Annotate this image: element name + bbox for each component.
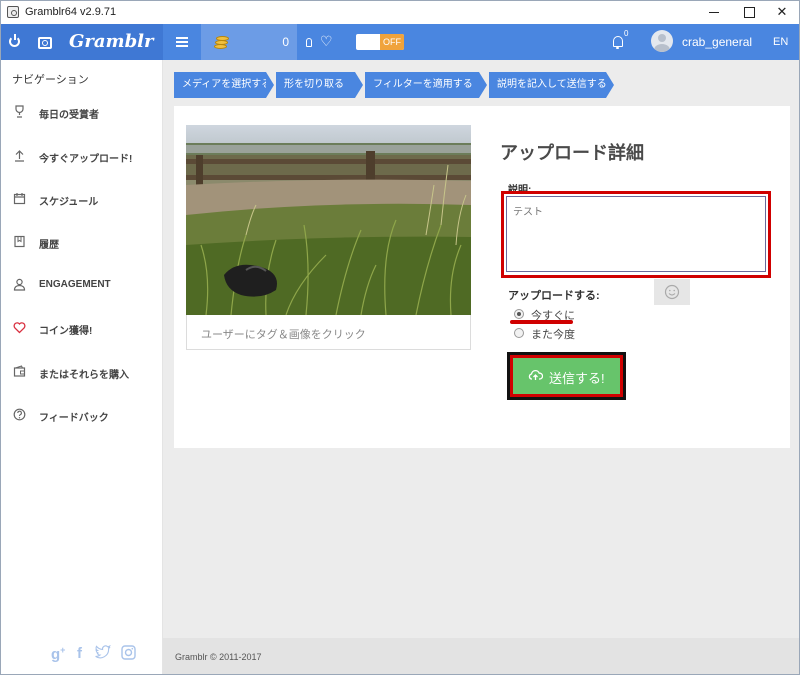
sidebar-item-history[interactable]: 履歴 [1, 228, 162, 258]
submit-label: 送信する! [549, 371, 605, 386]
brand-area: Gramblr [1, 24, 163, 60]
app-icon [7, 6, 19, 18]
tag-users-hint: ユーザーにタグ＆画像をクリック [201, 329, 366, 341]
twitter-icon[interactable] [95, 644, 111, 663]
google-plus-icon[interactable]: g+ [51, 645, 65, 663]
step-label: メディアを選択する [174, 72, 271, 98]
user-icon [13, 278, 26, 291]
cloud-upload-icon [528, 368, 544, 380]
sidebar-item-schedule[interactable]: スケジュール [1, 185, 162, 215]
coins-icon [211, 33, 231, 51]
notification-count: 0 [624, 29, 629, 38]
photo-preview[interactable] [186, 125, 471, 315]
sidebar-item-label: 毎日の受賞者 [39, 110, 99, 121]
emoji-button[interactable] [654, 279, 690, 305]
help-icon [13, 408, 26, 421]
radio-upload-now[interactable] [514, 309, 524, 319]
description-input[interactable]: テスト [506, 196, 766, 272]
minimize-button[interactable] [697, 1, 731, 24]
upload-timing-label: アップロードする: [508, 290, 600, 302]
smiley-icon [664, 284, 680, 300]
coin-count: 0 [282, 35, 289, 49]
window-title: Gramblr64 v2.9.71 [25, 6, 117, 18]
auto-toggle[interactable]: OFF [356, 34, 404, 50]
step-label: フィルターを適用する [365, 72, 479, 98]
sidebar-item-label: ENGAGEMENT [39, 279, 111, 290]
menu-icon[interactable] [176, 37, 188, 47]
wallet-icon [13, 365, 26, 378]
avatar[interactable] [651, 30, 673, 52]
heart-icon[interactable]: ♡ [320, 33, 333, 49]
radio-upload-later-label[interactable]: また今度 [531, 326, 575, 342]
language-switch[interactable]: EN [773, 36, 788, 48]
app-window: Gramblr64 v2.9.71 ✕ Gramblr 0 ♡ OFF 0 cr… [0, 0, 800, 675]
trophy-icon [13, 105, 26, 118]
photo-caption-bar[interactable]: ユーザーにタグ＆画像をクリック [186, 315, 471, 350]
instagram-icon [38, 37, 52, 49]
copyright: Gramblr © 2011-2017 [175, 652, 262, 662]
brand-logo: Gramblr [69, 31, 154, 52]
sidebar-item-feedback[interactable]: フィードバック [1, 401, 162, 431]
sidebar-item-daily-winners[interactable]: 毎日の受賞者 [1, 98, 162, 128]
title-bar: Gramblr64 v2.9.71 ✕ [1, 1, 799, 24]
sidebar-item-earn-coins[interactable]: コイン獲得! [1, 314, 162, 344]
sidebar-item-label: スケジュール [39, 197, 99, 208]
step-label: 形を切り取る [276, 72, 355, 98]
maximize-button[interactable] [732, 1, 766, 24]
step-label: 説明を記入して送信する [489, 72, 607, 98]
instagram-icon[interactable] [121, 645, 136, 664]
facebook-icon[interactable]: f [77, 645, 82, 662]
sidebar-item-upload-now[interactable]: 今すぐアップロード! [1, 142, 162, 172]
option-highlight [510, 320, 573, 324]
top-header: Gramblr 0 ♡ OFF 0 crab_general EN [1, 24, 799, 60]
power-icon[interactable] [9, 34, 20, 47]
upload-arrow-icon [13, 149, 26, 162]
username[interactable]: crab_general [682, 35, 752, 49]
sidebar-item-label: 今すぐアップロード! [39, 154, 133, 165]
sidebar-item-label: コイン獲得! [39, 326, 93, 337]
sidebar-item-label: またはそれらを購入 [39, 370, 129, 381]
sidebar: ナビゲーション 毎日の受賞者 今すぐアップロード! スケジュール 履歴 ENGA… [1, 60, 163, 674]
toggle-state: OFF [380, 34, 404, 50]
coin-balance[interactable]: 0 [201, 24, 297, 60]
social-links: g+ f [51, 644, 151, 665]
calendar-icon [13, 192, 26, 205]
bell-icon[interactable] [613, 36, 623, 49]
history-icon [13, 235, 26, 248]
sidebar-item-label: フィードバック [39, 413, 109, 424]
upload-details-title: アップロード詳細 [500, 143, 644, 163]
sidebar-item-buy-coins[interactable]: またはそれらを購入 [1, 358, 162, 388]
footer: Gramblr © 2011-2017 [163, 638, 799, 674]
sidebar-item-engagement[interactable]: ENGAGEMENT [1, 271, 162, 301]
close-button[interactable]: ✕ [765, 1, 799, 24]
radio-upload-later[interactable] [514, 328, 524, 338]
heart-icon [13, 321, 26, 334]
person-icon[interactable] [306, 38, 312, 47]
sidebar-title: ナビゲーション [12, 74, 89, 86]
sidebar-item-label: 履歴 [39, 240, 59, 251]
